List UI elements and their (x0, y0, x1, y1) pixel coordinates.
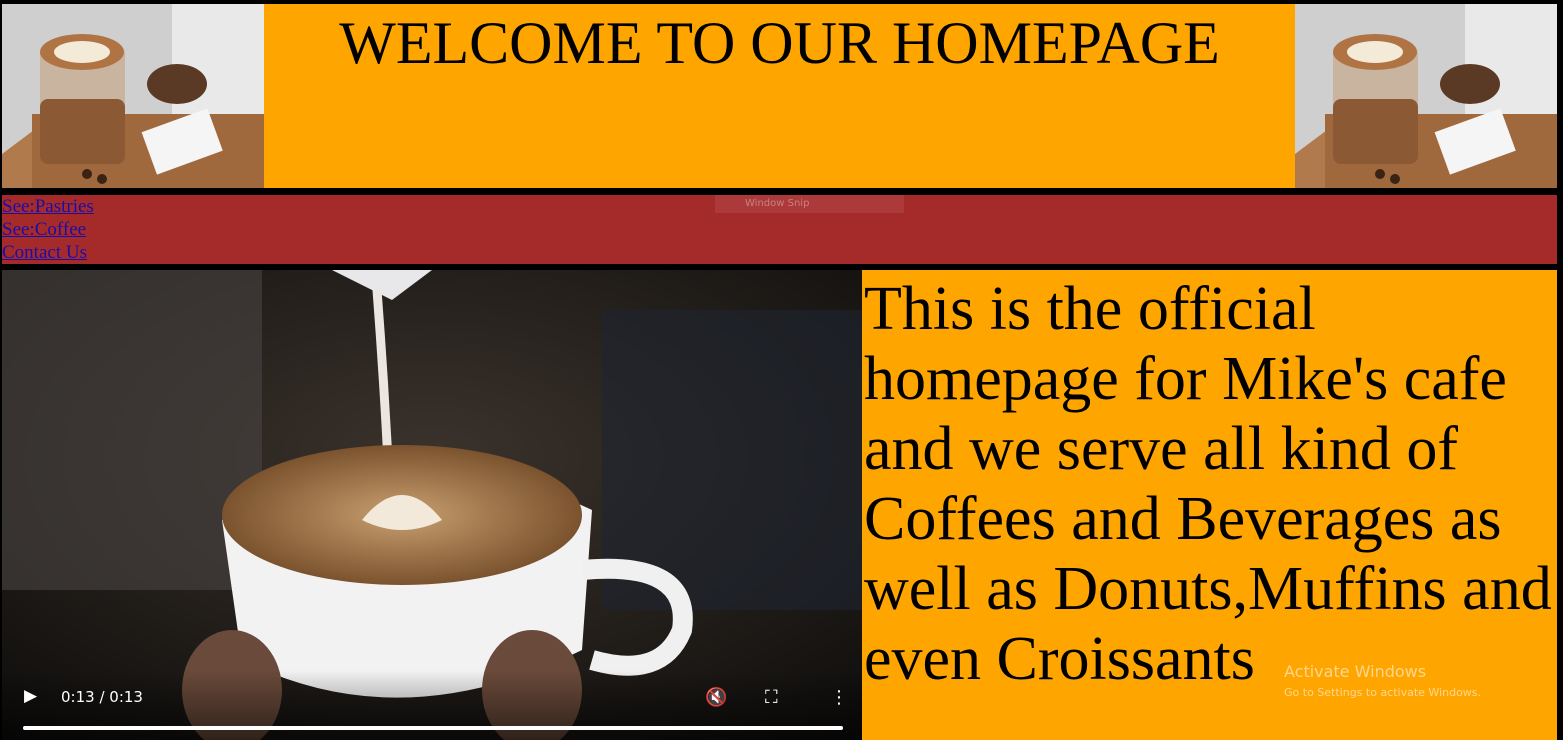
video-time: 0:13 / 0:13 (61, 688, 143, 706)
video-progress-bar[interactable] (23, 726, 843, 730)
nav-link-contact[interactable]: Contact Us (2, 241, 1557, 264)
site-header: WELCOME TO OUR HOMEPAGE (2, 4, 1557, 188)
nav-link-coffee[interactable]: See:Coffee (2, 218, 1557, 241)
latte-photo-right (1295, 4, 1557, 188)
header-image-right (1295, 4, 1557, 188)
about-panel: This is the official homepage for Mike's… (862, 270, 1557, 740)
more-vertical-icon[interactable]: ⋮ (830, 687, 848, 708)
header-image-left (2, 4, 264, 188)
activate-windows-title: Activate Windows (1284, 662, 1427, 681)
video-progress-fill (23, 726, 843, 730)
activate-windows-sub: Go to Settings to activate Windows. (1284, 686, 1482, 699)
video-player[interactable]: ▶ 0:13 / 0:13 🔇 ⛶ ⋮ (2, 270, 862, 740)
page-title: WELCOME TO OUR HOMEPAGE (339, 10, 1220, 76)
play-icon[interactable]: ▶ (24, 686, 37, 706)
fullscreen-icon[interactable]: ⛶ (765, 687, 778, 708)
muted-icon[interactable]: 🔇 (705, 687, 727, 708)
about-text: This is the official homepage for Mike's… (864, 275, 1552, 693)
window-snip-overlay: Window Snip (715, 195, 904, 213)
video-controls: ▶ 0:13 / 0:13 🔇 ⛶ ⋮ (2, 670, 862, 740)
latte-photo-left (2, 4, 264, 188)
